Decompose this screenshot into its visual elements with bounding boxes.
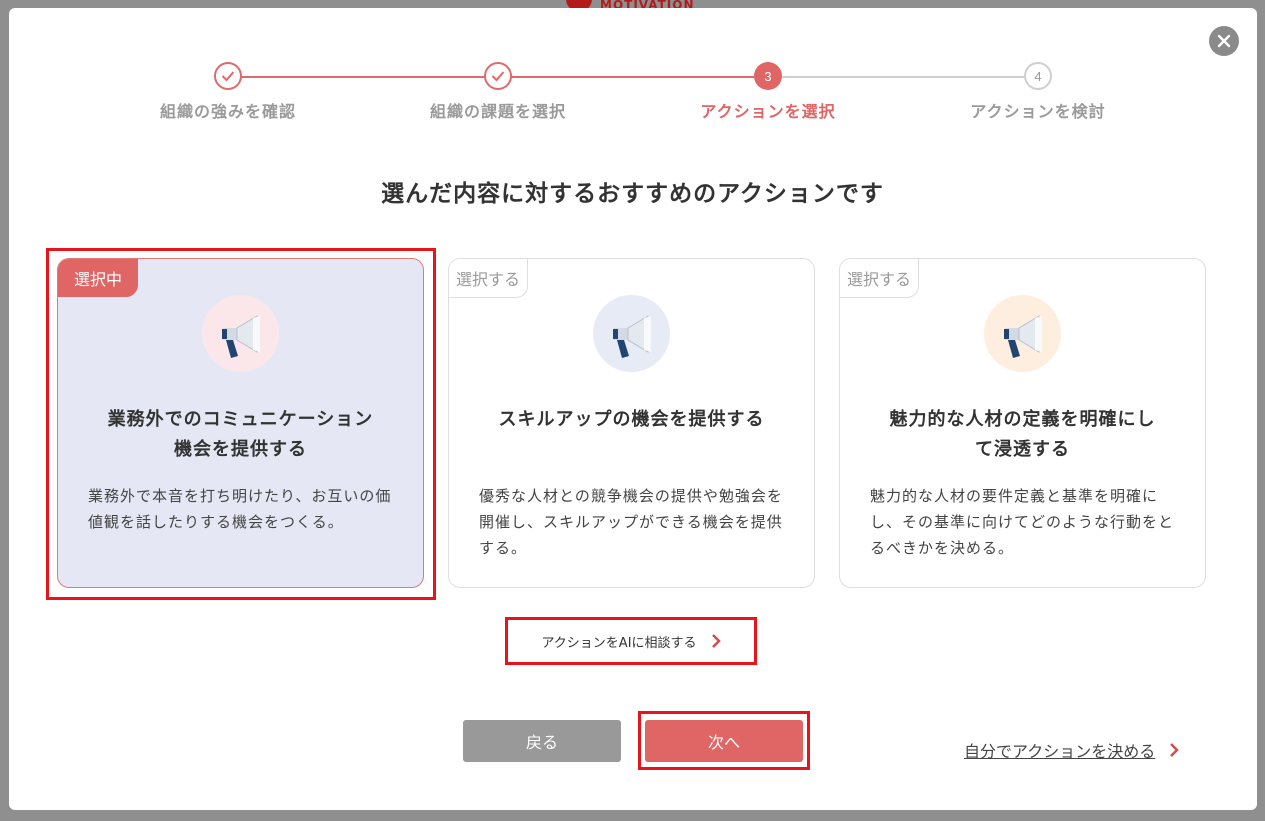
step-number: 3	[754, 62, 782, 90]
consult-ai-link[interactable]: アクションをAIに相談する	[510, 622, 752, 660]
card-title: 魅力的な人材の定義を明確にし て浸透する	[889, 409, 1156, 460]
consult-ai-label: アクションをAIに相談する	[541, 635, 697, 651]
decide-action-myself-label: 自分でアクションを決める	[964, 742, 1156, 761]
next-button[interactable]: 次へ	[645, 720, 803, 762]
action-card-communication[interactable]: 選択中 業務外でのコミュニケーション 機会を提供する 業務外で本音を打ち明けたり…	[57, 258, 424, 588]
step-1: 組織の強みを確認	[108, 62, 348, 122]
chevron-right-icon	[1170, 743, 1179, 757]
step-number: 4	[1024, 62, 1052, 90]
page-title: 選んだ内容に対するおすすめのアクションです	[381, 181, 884, 207]
check-icon	[491, 71, 505, 82]
back-button[interactable]: 戻る	[463, 720, 621, 762]
decide-action-myself-link[interactable]: 自分でアクションを決める	[964, 738, 1179, 762]
step-2: 組織の課題を選択	[378, 62, 618, 122]
step-label: アクションを選択	[700, 102, 836, 121]
card-title: スキルアップの機会を提供する	[498, 409, 765, 430]
close-icon	[1217, 34, 1231, 48]
step-label: 組織の課題を選択	[429, 102, 566, 121]
action-card-skillup[interactable]: 選択する スキルアップの機会を提供する 優秀な人材との競争機会の提供や勉強会を開…	[448, 258, 815, 588]
chevron-right-icon	[711, 634, 721, 648]
megaphone-icon	[593, 295, 670, 372]
card-title: 業務外でのコミュニケーション 機会を提供する	[107, 409, 374, 460]
card-description: 業務外で本音を打ち明けたり、お互いの価値観を話したりする機会をつくる。	[88, 487, 392, 531]
step-4: 4 アクションを検討	[918, 62, 1158, 122]
select-badge[interactable]: 選択する	[449, 259, 529, 298]
step-label: 組織の強みを確認	[159, 102, 296, 121]
close-button[interactable]	[1209, 26, 1239, 56]
step-label: アクションを検討	[970, 102, 1106, 121]
action-card-talent-definition[interactable]: 選択する 魅力的な人材の定義を明確にし て浸透する 魅力的な人材の要件定義と基準…	[839, 258, 1206, 588]
selected-badge: 選択中	[58, 259, 139, 297]
check-icon	[221, 71, 235, 82]
megaphone-icon	[202, 295, 279, 372]
card-description: 優秀な人材との競争機会の提供や勉強会を開催し、スキルアップができる機会を提供する…	[479, 487, 783, 557]
megaphone-icon	[984, 295, 1061, 372]
card-description: 魅力的な人材の要件定義と基準を明確にし、その基準に向けてどのような行動をとるべき…	[870, 487, 1175, 557]
select-badge[interactable]: 選択する	[840, 259, 920, 298]
step-3: 3 アクションを選択	[648, 62, 888, 122]
